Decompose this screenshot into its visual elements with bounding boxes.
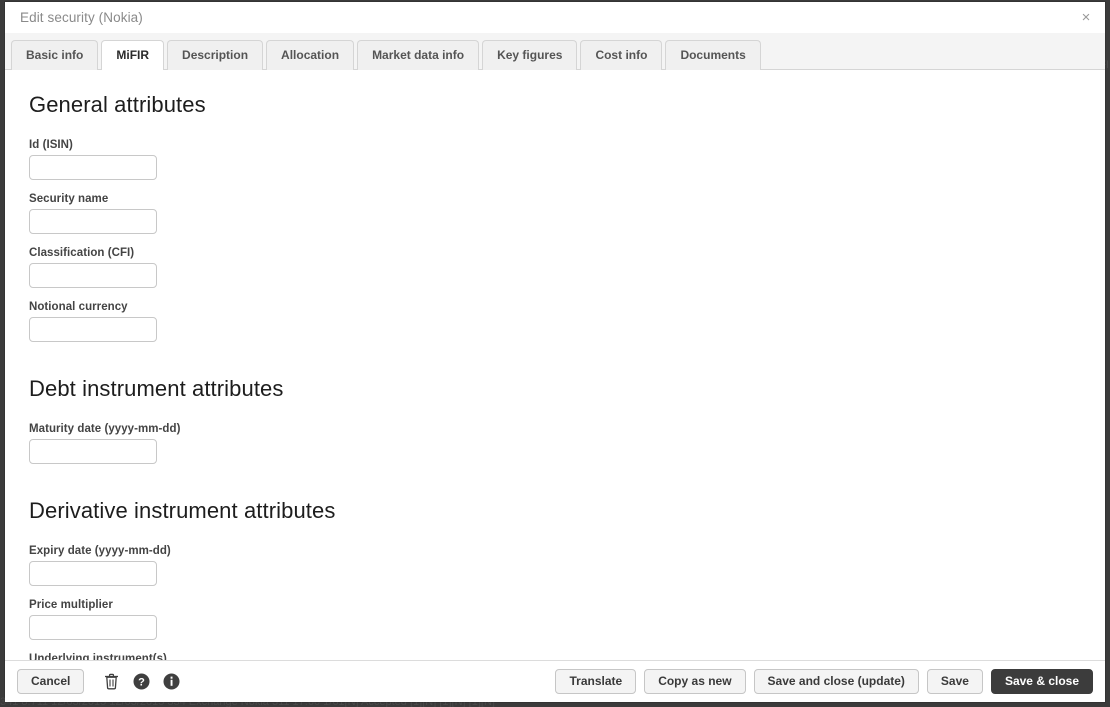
field-label: Price multiplier [29, 599, 113, 611]
field-label: Id (ISIN) [29, 139, 73, 151]
tab-label: Basic info [26, 48, 84, 62]
footer-left-actions: Cancel ? [17, 669, 186, 695]
trash-icon[interactable] [96, 669, 126, 695]
field-label: Maturity date (yyyy-mm-dd) [29, 423, 181, 435]
tab-allocation[interactable]: Allocation [266, 40, 355, 70]
expiry-date-yyyy-mm-dd-input[interactable] [29, 561, 157, 586]
field-label: Underlying instrument(s) [29, 653, 167, 660]
edit-security-dialog: Edit security (Nokia) × Basic info MiFIR D… [5, 2, 1105, 702]
tab-label: Cost info [595, 48, 648, 62]
tab-key-figures[interactable]: Key figures [482, 40, 578, 70]
price-multiplier-input[interactable] [29, 615, 157, 640]
section-heading: General attributes [29, 92, 206, 117]
tab-label: Market data info [372, 48, 465, 62]
field-classification-cfi: Classification (CFI) [29, 247, 1105, 288]
tab-documents[interactable]: Documents [665, 40, 761, 70]
section-derivative-instrument-attributes: Derivative instrument attributes Expiry d… [29, 498, 1105, 660]
field-price-multiplier: Price multiplier [29, 599, 1105, 640]
svg-text:?: ? [138, 677, 145, 689]
field-label: Security name [29, 193, 109, 205]
help-icon[interactable]: ? [126, 669, 156, 695]
tab-label: Description [182, 48, 249, 62]
field-notional-currency: Notional currency [29, 301, 1105, 342]
maturity-date-yyyy-mm-dd-input[interactable] [29, 439, 157, 464]
tab-bar: Basic info MiFIR Description Allocation Mark… [5, 33, 1105, 70]
dialog-footer: Cancel ? Translate Copy as new Save and … [5, 660, 1105, 702]
field-security-name: Security name [29, 193, 1105, 234]
field-expiry-date-yyyy-mm-dd: Expiry date (yyyy-mm-dd) [29, 545, 1105, 586]
notional-currency-input[interactable] [29, 317, 157, 342]
section-general-attributes: General attributes Id (ISIN) Security name… [29, 92, 1105, 342]
section-debt-instrument-attributes: Debt instrument attributes Maturity date … [29, 376, 1105, 464]
footer-right-actions: Translate Copy as new Save and close (upda… [555, 669, 1093, 694]
save-and-close-update-button[interactable]: Save and close (update) [753, 669, 919, 694]
save-button[interactable]: Save [926, 669, 983, 694]
tab-basic-info[interactable]: Basic info [11, 40, 99, 70]
cancel-button[interactable]: Cancel [17, 669, 85, 694]
dialog-content: General attributes Id (ISIN) Security name… [5, 70, 1105, 660]
field-label: Notional currency [29, 301, 128, 313]
copy-as-new-button[interactable]: Copy as new [644, 669, 746, 694]
field-underlying-instrument-s: Underlying instrument(s) [29, 653, 1105, 660]
field-label: Classification (CFI) [29, 247, 135, 259]
section-heading: Debt instrument attributes [29, 376, 284, 401]
tab-label: Allocation [281, 48, 340, 62]
tab-mifir[interactable]: MiFIR [101, 40, 165, 70]
field-id-isin: Id (ISIN) [29, 139, 1105, 180]
security-name-input[interactable] [29, 209, 157, 234]
info-icon[interactable] [156, 669, 186, 695]
id-isin-input[interactable] [29, 155, 157, 180]
tab-label: Documents [680, 48, 746, 62]
save-close-button[interactable]: Save & close [990, 669, 1093, 694]
close-icon[interactable]: × [1075, 6, 1097, 28]
dialog-title-bar: Edit security (Nokia) × [5, 2, 1105, 33]
tab-cost-info[interactable]: Cost info [580, 40, 663, 70]
field-label: Expiry date (yyyy-mm-dd) [29, 545, 171, 557]
tab-label: MiFIR [116, 48, 150, 62]
dialog-title: Edit security (Nokia) [20, 10, 143, 25]
tab-description[interactable]: Description [167, 40, 264, 70]
translate-button[interactable]: Translate [555, 669, 637, 694]
field-maturity-date-yyyy-mm-dd: Maturity date (yyyy-mm-dd) [29, 423, 1105, 464]
section-heading: Derivative instrument attributes [29, 498, 336, 523]
tab-label: Key figures [497, 48, 563, 62]
tab-market-data-info[interactable]: Market data info [357, 40, 480, 70]
classification-cfi-input[interactable] [29, 263, 157, 288]
